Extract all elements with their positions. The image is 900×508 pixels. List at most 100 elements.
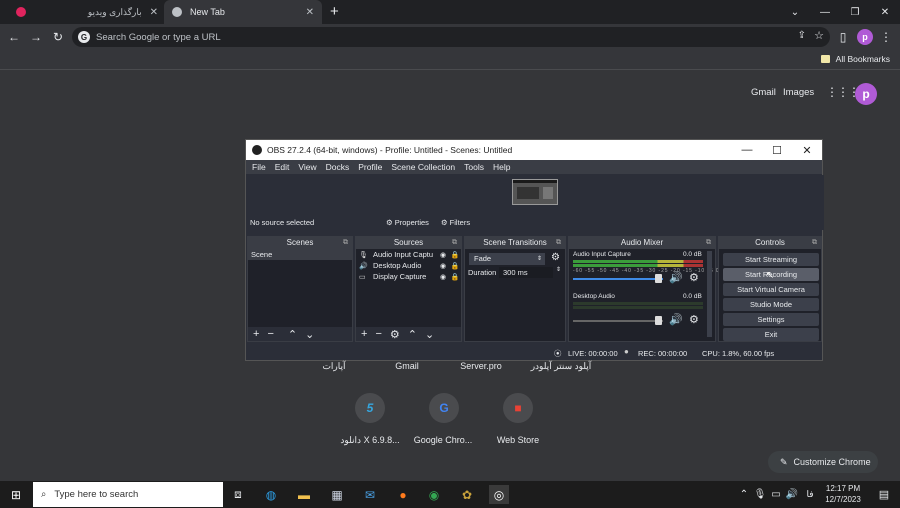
menu-tools[interactable]: Tools — [464, 162, 484, 172]
clock[interactable]: 12:17 PM 12/7/2023 — [818, 483, 868, 505]
shortcut-label[interactable]: Google Chro... — [403, 435, 483, 445]
close-window-icon[interactable]: ✕ — [870, 0, 900, 24]
transition-select[interactable]: Fade ⇕ — [469, 253, 545, 265]
close-tab-icon[interactable]: ✕ — [150, 7, 158, 18]
shortcut-label[interactable]: دانلود X 6.9.8... — [330, 435, 410, 446]
language-indicator[interactable]: فا — [800, 485, 820, 504]
menu-edit[interactable]: Edit — [275, 162, 290, 172]
menu-profile[interactable]: Profile — [358, 162, 382, 172]
undock-icon[interactable]: ⧉ — [343, 237, 348, 249]
scene-item[interactable]: Scene — [248, 249, 352, 260]
chrome-menu-icon[interactable]: ⋮ — [877, 28, 895, 46]
spin-arrows-icon[interactable]: ⇕ — [556, 266, 561, 273]
undock-icon[interactable]: ⧉ — [556, 237, 561, 249]
minimize-icon[interactable]: — — [810, 0, 840, 24]
restore-icon[interactable]: ❐ — [840, 0, 870, 24]
forward-icon[interactable]: → — [27, 28, 45, 46]
eye-icon[interactable]: ◉ — [437, 251, 449, 259]
reload-icon[interactable]: ↻ — [49, 28, 67, 46]
file-explorer-icon[interactable]: ▬ — [294, 485, 314, 504]
side-panel-icon[interactable]: ▯ — [834, 28, 852, 46]
shortcut-label[interactable]: Server.pro — [441, 361, 521, 371]
menu-file[interactable]: File — [252, 162, 266, 172]
add-icon[interactable]: + — [253, 328, 259, 340]
menu-scene-collection[interactable]: Scene Collection — [391, 162, 455, 172]
back-icon[interactable]: ← — [5, 28, 23, 46]
speaker-icon[interactable]: 🔊 — [669, 271, 683, 284]
volume-tray-icon[interactable]: 🔊 — [782, 485, 802, 504]
move-down-icon[interactable]: ⌄ — [425, 328, 434, 341]
settings-button[interactable]: Settings — [723, 313, 819, 326]
windows-start-icon[interactable]: ⊞ — [6, 485, 26, 504]
shortcut-label[interactable]: آپلود سنتر آپلودر — [516, 361, 606, 372]
duration-spinbox[interactable]: 300 ms — [499, 267, 553, 278]
images-link[interactable]: Images — [783, 87, 814, 98]
volume-slider[interactable] — [573, 320, 663, 322]
mail-icon[interactable]: ✉ — [360, 485, 380, 504]
move-up-icon[interactable]: ⌃ — [288, 328, 297, 341]
store-icon[interactable]: ▦ — [327, 485, 347, 504]
start-virtual-camera-button[interactable]: Start Virtual Camera — [723, 283, 819, 296]
speaker-icon[interactable]: 🔊 — [669, 313, 683, 326]
move-down-icon[interactable]: ⌄ — [305, 328, 314, 341]
move-up-icon[interactable]: ⌃ — [408, 328, 417, 341]
mixer-scrollbar[interactable] — [707, 251, 712, 337]
task-view-icon[interactable]: ⧈ — [228, 485, 248, 504]
menu-help[interactable]: Help — [493, 162, 510, 172]
lock-icon[interactable]: 🔒 — [449, 273, 461, 281]
customize-chrome-button[interactable]: ✎ Customize Chrome — [768, 451, 878, 473]
omnibox[interactable]: G Search Google or type a URL ⇪ ☆ — [72, 27, 830, 47]
exit-button[interactable]: Exit — [723, 328, 819, 341]
profile-avatar[interactable]: p — [857, 29, 873, 45]
edge-icon[interactable]: ◍ — [261, 485, 281, 504]
firefox-icon[interactable]: ● — [393, 485, 413, 504]
add-icon[interactable]: + — [361, 328, 367, 340]
menu-docks[interactable]: Docks — [326, 162, 350, 172]
shortcut-label[interactable]: Gmail — [367, 361, 447, 371]
taskbar-search[interactable]: ⌕ Type here to search — [33, 482, 223, 507]
eye-icon[interactable]: ◉ — [437, 262, 449, 270]
shortcut-tile[interactable]: G — [429, 393, 459, 423]
studio-mode-button[interactable]: Studio Mode — [723, 298, 819, 311]
source-item[interactable]: ▭ Display Capture ◉ 🔒 — [356, 271, 461, 282]
tab-search-icon[interactable]: ⌄ — [780, 0, 810, 24]
volume-slider-handle[interactable] — [655, 316, 662, 325]
gear-icon[interactable]: ⚙ — [689, 313, 699, 326]
volume-slider[interactable] — [573, 278, 663, 280]
tab-new-tab[interactable]: New Tab ✕ — [164, 0, 322, 24]
undock-icon[interactable]: ⧉ — [812, 237, 817, 249]
share-icon[interactable]: ⇪ — [798, 30, 806, 41]
lock-icon[interactable]: 🔒 — [449, 251, 461, 259]
obs-minimize-icon[interactable]: — — [732, 140, 762, 160]
bookmark-star-icon[interactable]: ☆ — [814, 29, 824, 42]
remove-icon[interactable]: − — [375, 328, 381, 340]
eye-icon[interactable]: ◉ — [437, 273, 449, 281]
start-streaming-button[interactable]: Start Streaming — [723, 253, 819, 266]
volume-slider-handle[interactable] — [655, 274, 662, 283]
shortcut-label[interactable]: Web Store — [478, 435, 558, 445]
shortcut-tile[interactable]: 5 — [355, 393, 385, 423]
chrome-icon[interactable]: ◉ — [424, 485, 444, 504]
menu-view[interactable]: View — [298, 162, 316, 172]
source-item[interactable]: 🔊 Desktop Audio ◉ 🔒 — [356, 260, 461, 271]
all-bookmarks[interactable]: All Bookmarks — [820, 54, 890, 64]
obs-preview[interactable] — [246, 175, 824, 215]
gear-icon[interactable]: ⚙ — [551, 252, 560, 263]
remove-icon[interactable]: − — [267, 328, 273, 340]
shortcut-label[interactable]: آپارات — [294, 361, 374, 372]
filters-button[interactable]: ⚙ Filters — [441, 218, 470, 227]
close-tab-icon[interactable]: ✕ — [306, 7, 314, 18]
gear-icon[interactable]: ⚙ — [390, 328, 400, 341]
obs-maximize-icon[interactable]: ☐ — [762, 140, 792, 160]
undock-icon[interactable]: ⧉ — [452, 237, 457, 249]
undock-icon[interactable]: ⧉ — [706, 237, 711, 249]
gmail-link[interactable]: Gmail — [751, 87, 776, 98]
new-tab-button[interactable]: + — [330, 3, 339, 20]
ntp-profile-avatar[interactable]: p — [855, 83, 877, 105]
properties-button[interactable]: ⚙ Properties — [386, 218, 429, 227]
lock-icon[interactable]: 🔒 — [449, 262, 461, 270]
obs-icon[interactable]: ◎ — [489, 485, 509, 504]
shortcut-tile[interactable]: ■ — [503, 393, 533, 423]
tab-upload-video[interactable]: بارگذاری ویدیو ✕ — [8, 0, 166, 24]
gear-icon[interactable]: ⚙ — [689, 271, 699, 284]
